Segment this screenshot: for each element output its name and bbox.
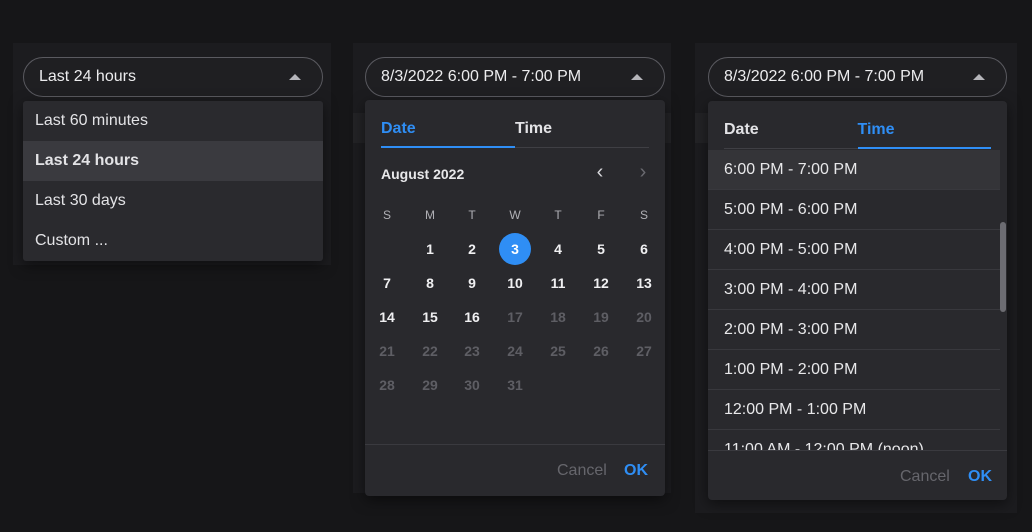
ok-button[interactable]: OK (968, 468, 992, 486)
calendar-day[interactable]: 1 (414, 233, 446, 265)
date-range-select[interactable]: 8/3/2022 6:00 PM - 7:00 PM (365, 57, 665, 97)
month-label: August 2022 (381, 166, 465, 182)
time-slot[interactable]: 4:00 PM - 5:00 PM (708, 230, 1000, 270)
tab-date[interactable]: Date (381, 114, 515, 148)
divider (365, 444, 665, 445)
time-popup: Date Time 6:00 PM - 7:00 PM 5:00 PM - 6:… (708, 101, 1007, 500)
time-slot-selected[interactable]: 6:00 PM - 7:00 PM (708, 150, 1000, 190)
calendar-day: 17 (507, 309, 523, 325)
weekday-label: W (509, 208, 521, 222)
calendar-day[interactable]: 14 (371, 301, 403, 333)
calendar-day: 21 (379, 343, 395, 359)
calendar-day[interactable]: 15 (414, 301, 446, 333)
calendar-day[interactable]: 11 (542, 267, 574, 299)
caret-up-icon (289, 74, 301, 80)
date-popup-tabs: Date Time (381, 114, 649, 148)
calendar-day: 26 (593, 343, 609, 359)
tab-time[interactable]: Time (515, 114, 649, 147)
time-range-select[interactable]: 8/3/2022 6:00 PM - 7:00 PM (708, 57, 1007, 97)
calendar-day[interactable]: 9 (456, 267, 488, 299)
calendar-day: 19 (593, 309, 609, 325)
calendar-day[interactable]: 2 (456, 233, 488, 265)
calendar-day[interactable]: 6 (628, 233, 660, 265)
calendar-day: 30 (464, 377, 480, 393)
range-select-value: Last 24 hours (39, 68, 136, 85)
weekday-label: T (468, 208, 476, 222)
calendar-day: 24 (507, 343, 523, 359)
divider (708, 450, 1007, 451)
time-slot-list: 6:00 PM - 7:00 PM 5:00 PM - 6:00 PM 4:00… (708, 150, 1000, 450)
chevron-right-icon[interactable]: › (632, 162, 654, 184)
scrollbar-thumb[interactable] (1000, 222, 1006, 312)
range-option-selected[interactable]: Last 24 hours (23, 141, 323, 181)
tab-time[interactable]: Time (857, 115, 992, 149)
calendar-day: 18 (550, 309, 566, 325)
calendar-day: 22 (422, 343, 438, 359)
time-slot[interactable]: 3:00 PM - 4:00 PM (708, 270, 1000, 310)
time-slot[interactable]: 5:00 PM - 6:00 PM (708, 190, 1000, 230)
calendar-day[interactable]: 8 (414, 267, 446, 299)
calendar-day: 29 (422, 377, 438, 393)
calendar-day[interactable]: 4 (542, 233, 574, 265)
cancel-button[interactable]: Cancel (557, 462, 607, 480)
calendar-day[interactable]: 5 (585, 233, 617, 265)
calendar-day: 20 (636, 309, 652, 325)
calendar-day[interactable]: 7 (371, 267, 403, 299)
panel-strip (695, 113, 709, 143)
weekday-label: T (554, 208, 562, 222)
calendar-day[interactable]: 10 (499, 267, 531, 299)
chevron-left-icon[interactable]: ‹ (589, 162, 611, 184)
ok-button[interactable]: OK (624, 462, 648, 480)
range-option[interactable]: Custom ... (23, 221, 323, 261)
time-range-value: 8/3/2022 6:00 PM - 7:00 PM (724, 68, 925, 85)
weekday-label: S (382, 208, 391, 222)
caret-up-icon (631, 74, 643, 80)
range-option[interactable]: Last 30 days (23, 181, 323, 221)
calendar-day[interactable]: 12 (585, 267, 617, 299)
weekday-label: S (639, 208, 648, 222)
range-select[interactable]: Last 24 hours (23, 57, 323, 97)
time-slot[interactable]: 12:00 PM - 1:00 PM (708, 390, 1000, 430)
calendar-day[interactable]: 13 (628, 267, 660, 299)
calendar-day: 23 (464, 343, 480, 359)
time-slot[interactable]: 2:00 PM - 3:00 PM (708, 310, 1000, 350)
calendar-day: 28 (379, 377, 395, 393)
caret-up-icon (973, 74, 985, 80)
weekday-label: M (425, 208, 435, 222)
calendar-day: 31 (507, 377, 523, 393)
tab-date[interactable]: Date (724, 115, 858, 148)
cancel-button[interactable]: Cancel (900, 468, 950, 486)
time-slot[interactable]: 11:00 AM - 12:00 PM (noon) (708, 430, 1000, 450)
calendar-day-selected[interactable]: 3 (499, 233, 531, 265)
calendar-day[interactable]: 16 (456, 301, 488, 333)
calendar-day: 27 (636, 343, 652, 359)
range-dropdown: Last 60 minutes Last 24 hours Last 30 da… (23, 101, 323, 261)
range-option[interactable]: Last 60 minutes (23, 101, 323, 141)
time-popup-tabs: Date Time (724, 115, 991, 149)
date-popup: Date Time August 2022 ‹ › SMTWTFS1234567… (365, 100, 665, 496)
calendar-day: 25 (550, 343, 566, 359)
weekday-label: F (597, 208, 605, 222)
time-slot[interactable]: 1:00 PM - 2:00 PM (708, 350, 1000, 390)
date-range-value: 8/3/2022 6:00 PM - 7:00 PM (381, 68, 582, 85)
